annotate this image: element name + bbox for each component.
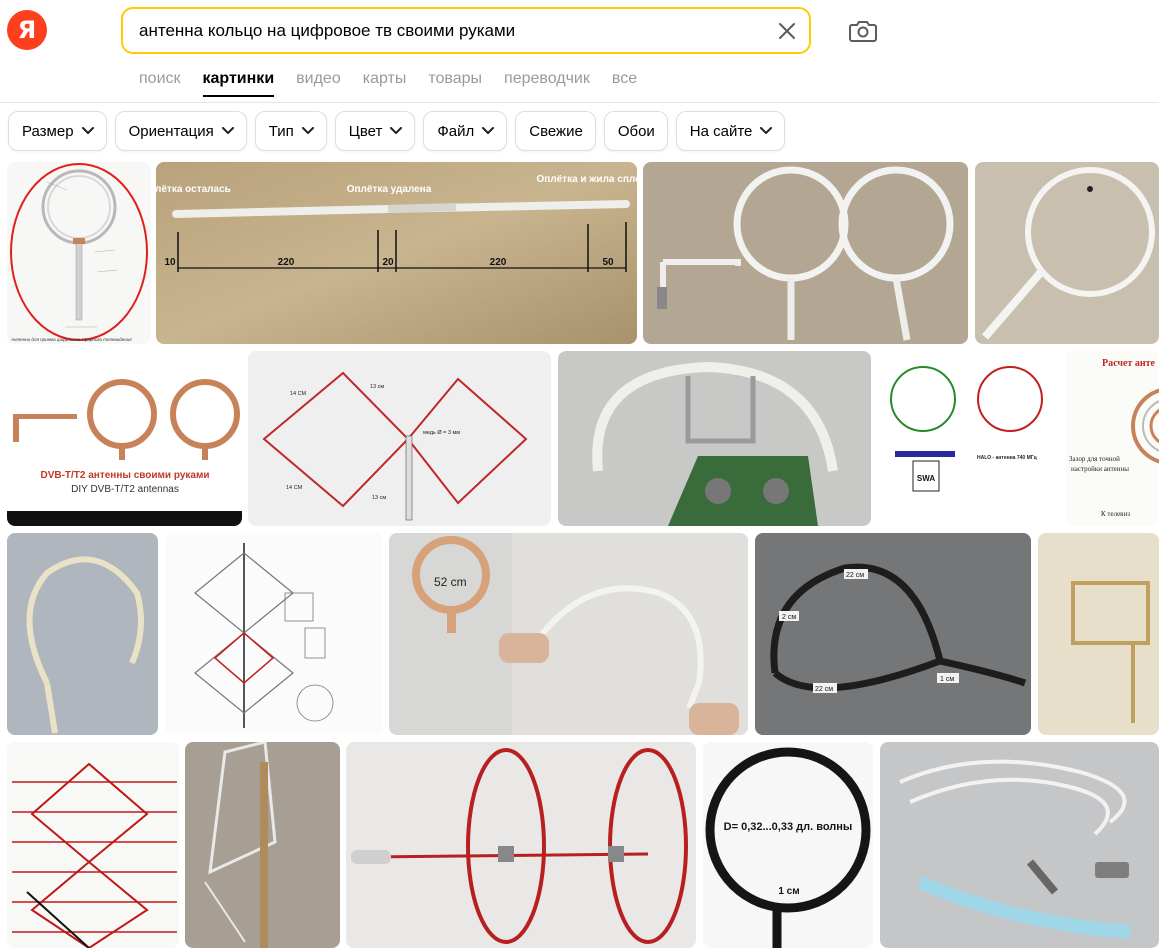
tab-5[interactable]: переводчик	[504, 70, 590, 92]
image-result[interactable]: DVB-T/T2 антенны своими руками DIY DVB-T…	[7, 351, 242, 526]
filter-label: Тип	[268, 122, 294, 140]
filter-bar: Размер Ориентация Тип Цвет Файл Свежие Обои На …	[8, 111, 786, 151]
filter-label: На сайте	[689, 122, 753, 140]
image-caption: Антенна для приема цифрового эфирного те…	[10, 337, 132, 342]
chevron-down-icon	[760, 127, 773, 134]
filter-chip[interactable]: Размер	[8, 111, 107, 151]
image-result[interactable]	[643, 162, 968, 344]
image-result[interactable]	[558, 351, 871, 526]
filter-chip[interactable]: Цвет	[334, 111, 416, 151]
filter-chip[interactable]: Тип	[254, 111, 327, 151]
camera-icon[interactable]	[848, 17, 878, 45]
image-result[interactable]: 52 cm	[389, 533, 748, 735]
image-label: D= 0,32...0,33 дл. волны	[724, 821, 853, 833]
image-label: Оплётка осталась	[156, 184, 231, 195]
chevron-down-icon	[221, 127, 234, 134]
image-label: медь Ø = 3 мм	[423, 430, 460, 436]
tab-3[interactable]: карты	[363, 70, 407, 92]
image-result[interactable]: Оплётка осталась Оплётка удалена Оплётка…	[156, 162, 637, 344]
image-result[interactable]: 14 СМ 13 см 14 СМ 13 см медь Ø = 3 мм	[248, 351, 551, 526]
image-result[interactable]	[880, 742, 1159, 948]
image-result[interactable]: Расчет анте Зазор для точной настройки а…	[1065, 351, 1159, 526]
search-tabs: поиск картинки видео карты товары переводчик в…	[139, 70, 659, 97]
image-label: 50	[602, 257, 614, 268]
image-label: 220	[278, 257, 295, 268]
filter-label: Ориентация	[128, 122, 214, 140]
image-label: К телевиз	[1101, 510, 1130, 518]
image-label: 14 СМ	[290, 391, 307, 397]
filter-label: Размер	[22, 122, 74, 140]
image-label: 52 cm	[434, 575, 467, 589]
chevron-down-icon	[482, 127, 495, 134]
image-result[interactable]	[165, 533, 383, 735]
image-result[interactable]	[346, 742, 696, 948]
filter-chip[interactable]: Ориентация	[114, 111, 247, 151]
image-label: 22 см	[846, 572, 864, 579]
tab-6[interactable]: все	[612, 70, 637, 92]
image-label: 10	[164, 257, 176, 268]
image-result[interactable]: D= 0,32...0,33 дл. волны 1 см	[703, 742, 873, 948]
filter-chip[interactable]: Файл	[423, 111, 508, 151]
filter-label: Цвет	[348, 122, 383, 140]
filter-label: Обои	[617, 122, 655, 140]
clear-icon[interactable]	[775, 19, 799, 43]
image-title: Расчет анте	[1102, 358, 1156, 369]
image-label: 1 см	[778, 886, 799, 897]
yandex-logo[interactable]: Я	[7, 10, 47, 50]
image-label: Оплётка удалена	[347, 184, 432, 195]
image-result[interactable]	[7, 533, 158, 735]
image-result[interactable]: SWA HALO - антенна 740 МГц	[877, 351, 1058, 526]
tab-4[interactable]: товары	[428, 70, 482, 92]
tab-2[interactable]: видео	[296, 70, 341, 92]
tab-0[interactable]: поиск	[139, 70, 181, 92]
search-box	[121, 7, 811, 54]
image-label: 2 см	[782, 614, 796, 621]
image-title: HALO - антенна 740 МГц	[977, 455, 1038, 461]
filter-chip[interactable]: Свежие	[515, 111, 596, 151]
image-result[interactable]	[975, 162, 1159, 344]
image-result[interactable]: 22 см 2 см 22 см 1 см	[755, 533, 1031, 735]
tab-1[interactable]: картинки	[202, 70, 274, 97]
image-label: Зазор для точной	[1069, 455, 1120, 463]
image-label: настройки антенны	[1071, 465, 1129, 473]
header: Я поиск картинки видео карты товары переводчи…	[0, 0, 1159, 103]
image-label: 22 см	[815, 686, 833, 693]
filter-label: Свежие	[529, 122, 583, 140]
image-subtitle: DIY DVB-T/T2 antennas	[71, 484, 179, 495]
image-label: 220	[490, 257, 507, 268]
image-label: 14 СМ	[286, 485, 303, 491]
image-title: DVB-T/T2 антенны своими руками	[40, 470, 209, 481]
search-input[interactable]	[139, 9, 759, 52]
image-result[interactable]: Антенна для приема цифрового эфирного те…	[7, 162, 151, 344]
image-label: 13 см	[372, 495, 386, 501]
chevron-down-icon	[390, 127, 403, 134]
chevron-down-icon	[301, 127, 314, 134]
filter-chip[interactable]: Обои	[603, 111, 668, 151]
filter-chip[interactable]: На сайте	[675, 111, 786, 151]
image-label: 20	[382, 257, 394, 268]
chevron-down-icon	[81, 127, 94, 134]
image-label: SWA	[917, 474, 935, 483]
filter-label: Файл	[437, 122, 475, 140]
image-result[interactable]	[1038, 533, 1159, 735]
image-label: 13 см	[370, 384, 384, 390]
image-result[interactable]	[185, 742, 340, 948]
image-label: 1 см	[940, 676, 954, 683]
image-result[interactable]	[7, 742, 179, 948]
image-label: Оплётка и жила сплетены	[536, 174, 637, 185]
